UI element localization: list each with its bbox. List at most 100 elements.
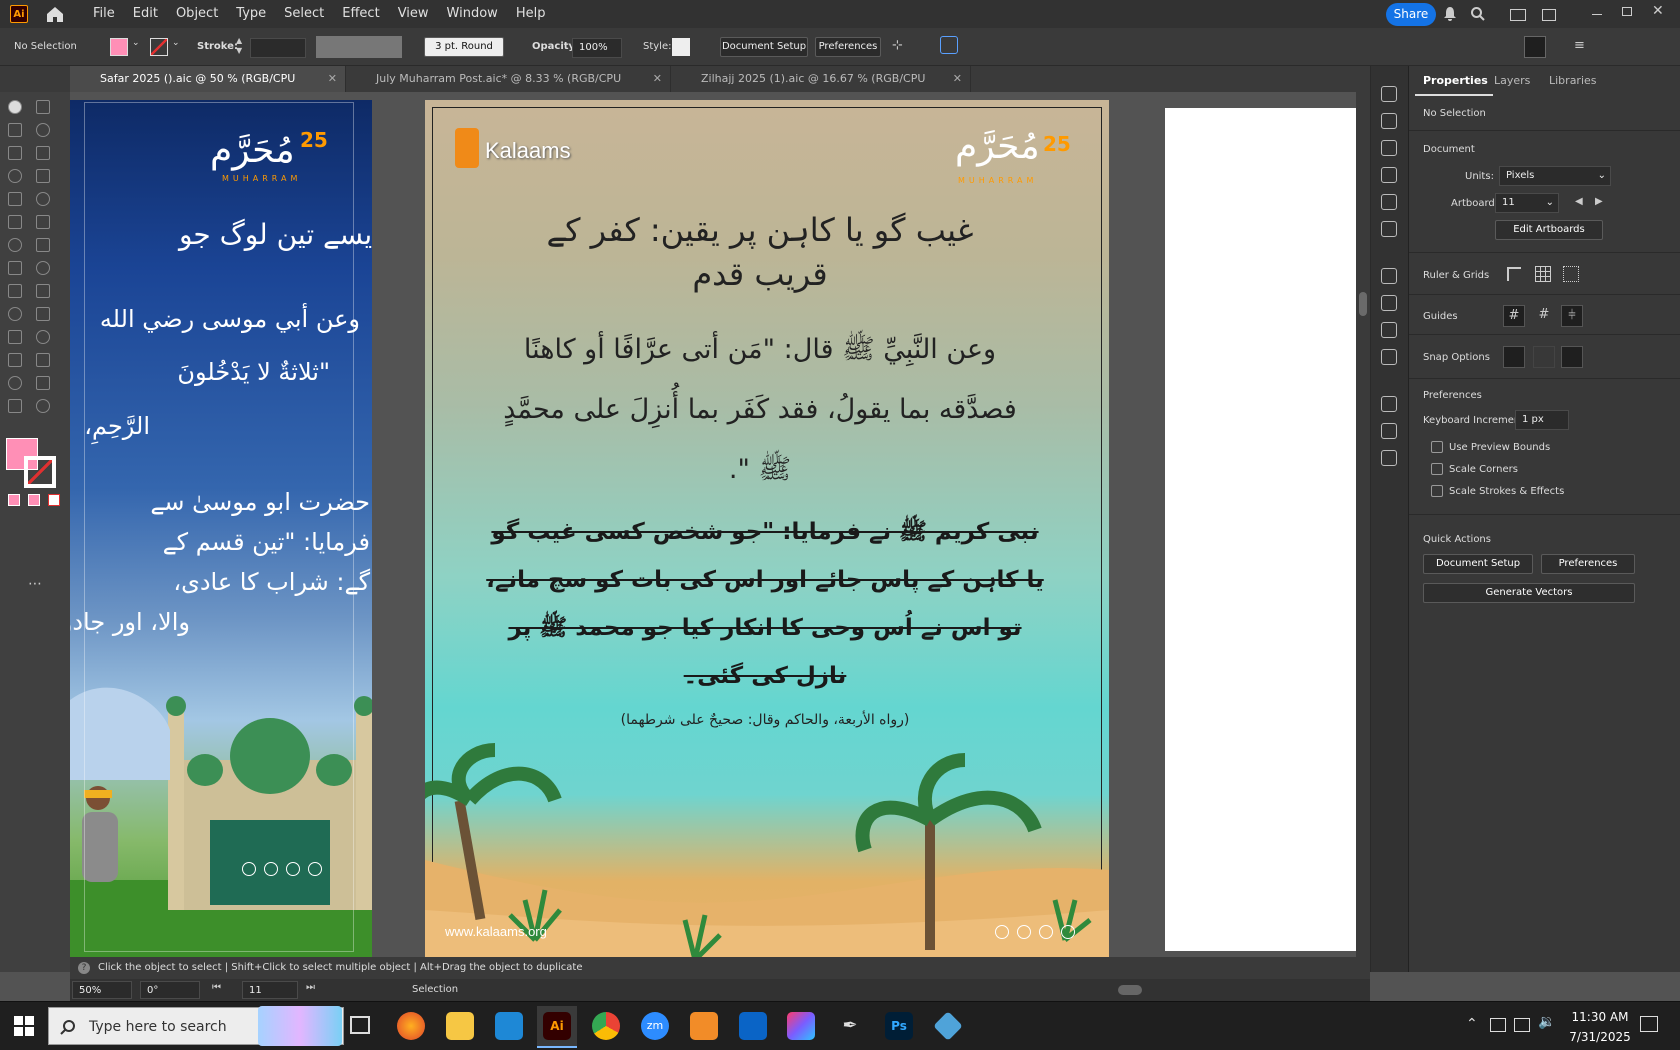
close-icon[interactable]: ✕ — [653, 66, 662, 92]
pen-tool-icon[interactable] — [8, 146, 22, 160]
vscode-icon[interactable] — [495, 1012, 523, 1040]
scale-corners-checkbox[interactable] — [1431, 463, 1443, 475]
show-guides-icon[interactable]: # — [1503, 305, 1525, 327]
restore-icon[interactable] — [1622, 7, 1632, 16]
search-icon[interactable] — [1470, 6, 1486, 22]
curvature-tool-icon[interactable] — [36, 146, 50, 160]
tab-libraries[interactable]: Libraries — [1549, 74, 1597, 87]
zoom-field[interactable]: 50% — [72, 981, 132, 999]
align-icon[interactable] — [1381, 268, 1397, 284]
preferences-button[interactable]: Preferences — [1541, 554, 1635, 574]
task-view-icon[interactable] — [350, 1016, 370, 1034]
lock-guides-icon[interactable]: # — [1533, 305, 1555, 327]
document-setup-button[interactable]: Document Setup — [720, 37, 808, 57]
gradient-tool-icon[interactable] — [36, 307, 50, 321]
close-icon[interactable]: ✕ — [328, 66, 337, 92]
document-setup-button[interactable]: Document Setup — [1423, 554, 1533, 574]
perspective-grid-tool-icon[interactable] — [36, 284, 50, 298]
preferences-button[interactable]: Preferences — [815, 37, 881, 57]
snap-to-point-icon[interactable] — [1503, 346, 1525, 368]
artboards-icon[interactable] — [1381, 167, 1397, 183]
variable-width-profile[interactable] — [316, 36, 402, 58]
stroke-weight-field[interactable] — [250, 38, 306, 58]
shape-builder-tool-icon[interactable] — [8, 284, 22, 298]
artboard-muharram[interactable]: Kalaams مُحَرَّم 25 MUHARRAM غیب گو یا ک… — [425, 100, 1109, 968]
generate-vectors-button[interactable]: Generate Vectors — [1423, 583, 1635, 603]
volume-icon[interactable]: 🔉 — [1538, 1014, 1555, 1030]
windows-start-icon[interactable] — [14, 1016, 34, 1036]
slice-tool-icon[interactable] — [36, 376, 50, 390]
more-tools-icon[interactable]: ⋯ — [28, 576, 42, 592]
chevron-up-icon[interactable]: ⌃ — [1466, 1016, 1478, 1032]
type-tool-icon[interactable] — [8, 169, 22, 183]
rotation-field[interactable]: 0° — [140, 981, 200, 999]
paintbrush-tool-icon[interactable] — [36, 192, 50, 206]
scale-tool-icon[interactable] — [36, 238, 50, 252]
artboard-blank[interactable] — [1165, 108, 1370, 951]
workspace-icon[interactable] — [1510, 9, 1526, 21]
bell-icon[interactable] — [1442, 6, 1458, 22]
symbols-icon[interactable] — [1381, 221, 1397, 237]
direct-selection-tool-icon[interactable] — [36, 100, 50, 114]
menu-object[interactable]: Object — [167, 0, 227, 28]
tab-zilhajj[interactable]: Zilhajj 2025 (1).aic @ 16.67 % (RGB/CPU … — [671, 66, 971, 111]
photoshop-app-icon[interactable]: Ps — [885, 1012, 913, 1040]
smart-guides-icon[interactable]: ⫩ — [1561, 305, 1583, 327]
color-guide-icon[interactable] — [1381, 113, 1397, 129]
free-transform-tool-icon[interactable] — [36, 261, 50, 275]
arrange-documents-icon[interactable] — [1542, 9, 1556, 21]
artboard-safar[interactable]: مُحَرَّم 25 MUHARRAM ایسے تین لوگ جو وعن… — [70, 100, 372, 962]
clock-date[interactable]: 7/31/2025 — [1568, 1030, 1632, 1044]
stroke-color-swatch[interactable] — [24, 456, 56, 488]
facebook-icon[interactable] — [995, 925, 1009, 939]
menu-help[interactable]: Help — [507, 0, 555, 28]
illustrator-logo-icon[interactable]: Ai — [10, 5, 28, 23]
clock-time[interactable]: 11:30 AM — [1568, 1010, 1632, 1024]
rectangle-tool-icon[interactable] — [8, 192, 22, 206]
gradient-icon[interactable] — [1381, 295, 1397, 311]
snap-to-pixel-icon[interactable] — [1561, 346, 1583, 368]
search-highlight-icon[interactable] — [258, 1006, 342, 1046]
menu-edit[interactable]: Edit — [124, 0, 167, 28]
warp-tool-icon[interactable] — [8, 261, 22, 275]
previous-artboard-icon[interactable]: ◀ — [1575, 196, 1583, 207]
eyedropper-tool-icon[interactable] — [8, 330, 22, 344]
scale-strokes-checkbox[interactable] — [1431, 485, 1443, 497]
artboard-select[interactable]: 11 ⌄ — [1495, 193, 1559, 213]
chevron-down-icon[interactable]: ⌄ — [132, 38, 140, 48]
zoom-app-icon[interactable]: zm — [641, 1012, 669, 1040]
fill-swatch[interactable] — [110, 38, 128, 56]
blend-tool-icon[interactable] — [36, 330, 50, 344]
outlook-icon[interactable] — [739, 1012, 767, 1040]
app-diamond-icon[interactable] — [933, 1011, 963, 1041]
shaper-tool-icon[interactable] — [8, 215, 22, 229]
lasso-tool-icon[interactable] — [36, 123, 50, 137]
stroke-swatch[interactable] — [150, 38, 168, 56]
hand-tool-icon[interactable] — [8, 399, 22, 413]
zoom-tool-icon[interactable] — [36, 399, 50, 413]
units-select[interactable]: Pixels ⌄ — [1499, 166, 1611, 186]
transparency-icon[interactable] — [1381, 396, 1397, 412]
share-button[interactable]: Share — [1386, 3, 1436, 26]
xampp-icon[interactable] — [690, 1012, 718, 1040]
pixel-grid-icon[interactable] — [1563, 266, 1579, 282]
tab-properties[interactable]: Properties — [1423, 74, 1488, 87]
selection-tool-icon[interactable] — [8, 100, 22, 114]
close-icon[interactable]: ✕ — [953, 66, 962, 92]
chrome-icon[interactable] — [592, 1012, 620, 1040]
first-artboard-icon[interactable]: ⏮ — [212, 982, 221, 993]
menu-type[interactable]: Type — [227, 0, 275, 28]
color-mode-icon[interactable] — [8, 494, 20, 506]
snap-to-grid-icon[interactable] — [1533, 346, 1555, 368]
menu-effect[interactable]: Effect — [333, 0, 388, 28]
artboard-tool-icon[interactable] — [8, 376, 22, 390]
home-icon[interactable] — [44, 4, 66, 24]
eraser-tool-icon[interactable] — [36, 215, 50, 229]
chevron-down-icon[interactable]: ⌄ — [172, 38, 180, 48]
gradient-mode-icon[interactable] — [28, 494, 40, 506]
mesh-tool-icon[interactable] — [8, 307, 22, 321]
ruler-icon[interactable] — [1507, 267, 1521, 281]
use-preview-bounds-checkbox[interactable] — [1431, 441, 1443, 453]
display-icon[interactable] — [1514, 1018, 1530, 1032]
menu-file[interactable]: File — [84, 0, 124, 28]
